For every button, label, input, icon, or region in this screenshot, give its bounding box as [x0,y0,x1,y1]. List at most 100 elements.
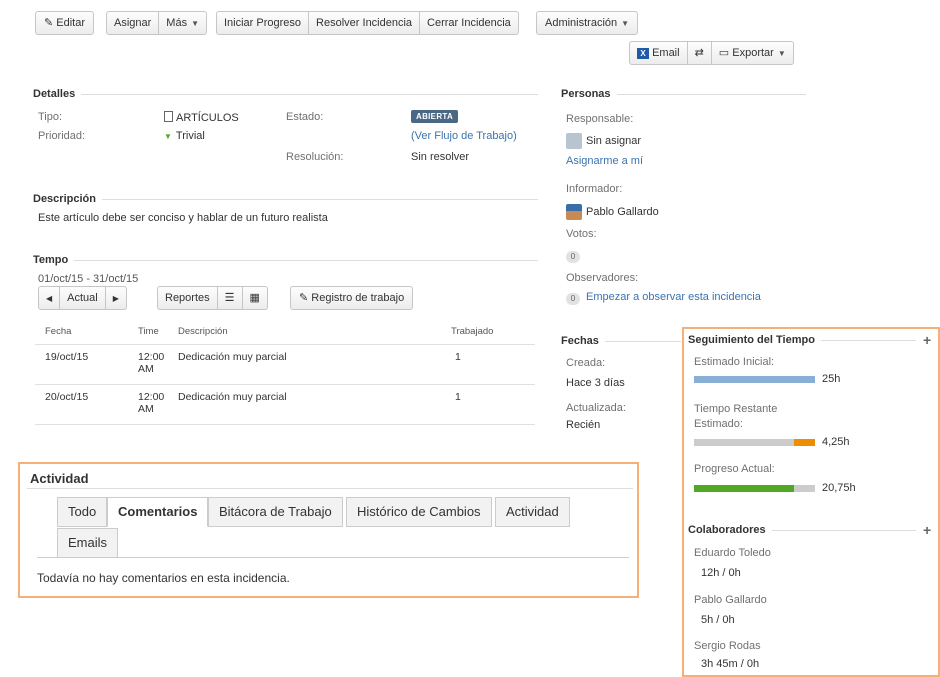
current-period-button[interactable]: Actual [60,286,106,310]
resolution-value: Sin resolver [411,151,470,163]
estimated-label: Estimado Inicial: [694,356,775,368]
email-button[interactable]: X Email [629,41,688,65]
time-section-title: Tempo [33,254,538,266]
cell-time: 12:00 AM [138,390,165,415]
tabs-baseline [37,557,629,558]
header-date: Fecha [45,326,72,338]
workflow-link[interactable]: (Ver Flujo de Trabajo) [411,130,517,142]
assign-button[interactable]: Asignar [106,11,160,35]
logged-bar [694,485,815,492]
description-text: Este artículo debe ser conciso y hablar … [38,212,328,224]
type-value: ARTÍCULOS [164,111,239,124]
created-value: Hace 3 días [566,377,625,389]
close-issue-button[interactable]: Cerrar Incidencia [420,11,519,35]
pencil-icon: ✎ [44,17,54,29]
tab-emails[interactable]: Emails [57,528,119,558]
resolve-issue-button[interactable]: Resolver Incidencia [309,11,421,35]
collaborator-name: Sergio Rodas [694,640,761,652]
calendar-view-button[interactable]: ▦ [242,286,268,310]
people-section-title: Personas [561,88,806,100]
status-badge: ABIERTA [411,110,459,123]
chevron-down-icon: ▼ [777,49,786,58]
divider [27,488,633,489]
more-button[interactable]: Más ▼ [159,11,207,35]
votes-count[interactable]: 0 [566,250,580,263]
next-period-button[interactable]: ▶ [105,286,127,310]
share-button[interactable]: ⇄ [687,41,712,65]
logged-value: 20,75h [822,482,856,494]
created-label: Creada: [566,357,606,369]
list-view-button[interactable]: ☰ [217,286,243,310]
assign-to-me-link[interactable]: Asignarme a mí [566,155,643,167]
tab-history[interactable]: Histórico de Cambios [346,497,492,527]
watchers-label: Observadores: [566,272,639,284]
cell-date: 19/oct/15 [45,350,89,363]
collaborator-time: 12h / 0h [701,567,741,579]
share-icon: ⇄ [694,47,704,59]
activity-title: Actividad [30,471,89,486]
tab-all[interactable]: Todo [57,497,108,527]
remaining-label-line1: Tiempo Restante [694,403,778,415]
priority-label: Prioridad: [38,130,86,142]
time-tracking-title: Seguimiento del Tiempo [688,334,916,346]
tab-worklog[interactable]: Bitácora de Trabajo [208,497,343,527]
header-worked: Trabajado [451,326,494,338]
cell-time: 12:00 AM [138,350,165,375]
dates-section-title: Fechas [561,335,681,347]
time-range: 01/oct/15 - 31/oct/15 [38,273,139,285]
cell-worked: 1 [455,350,461,363]
view-tools-group: X Email ⇄ ▭ Exportar ▼ [629,41,794,65]
remaining-value: 4,25h [822,436,850,448]
table-row: 20/oct/15 12:00 AM Dedicación muy parcia… [35,384,535,424]
workflow-group: Iniciar Progreso Resolver Incidencia Cer… [216,11,519,35]
default-avatar-icon [566,133,582,149]
document-icon [164,111,173,122]
table-row: 19/oct/15 12:00 AM Dedicación muy parcia… [35,344,535,384]
remaining-bar [694,439,815,446]
remaining-label-line2: Estimado: [694,418,743,430]
header-description: Descripción [178,326,228,338]
table-header-row: Fecha Time Descripción Trabajado [35,320,535,344]
caret-left-icon: ◀ [46,294,53,303]
reports-button[interactable]: Reportes [157,286,218,310]
collaborator-name: Pablo Gallardo [694,594,767,606]
assign-more-group: Asignar Más ▼ [106,11,207,35]
caret-right-icon: ▶ [112,294,119,303]
cell-worked: 1 [455,390,461,403]
tab-activity[interactable]: Actividad [495,497,570,527]
watch-issue-link[interactable]: Empezar a observar esta incidencia [586,291,761,303]
admin-button[interactable]: Administración ▼ [536,11,639,35]
avatar [566,204,582,220]
estimated-value: 25h [822,373,841,385]
cell-description: Dedicación muy parcial [178,350,287,363]
collaborator-name: Eduardo Toledo [694,547,771,559]
watchers-count: 0 [566,292,580,305]
worklog-button[interactable]: ✎ Registro de trabajo [290,286,414,310]
description-section-title: Descripción [33,193,538,205]
remaining-bar-fill [794,439,815,446]
logged-bar-fill [694,485,795,492]
export-button[interactable]: ▭ Exportar ▼ [711,41,794,65]
cell-date: 20/oct/15 [45,390,89,403]
estimated-bar-fill [694,376,815,383]
period-nav-group: ◀ Actual ▶ [38,286,127,310]
add-icon[interactable]: + [923,332,931,348]
tab-comments[interactable]: Comentarios [107,497,209,527]
status-label: Estado: [286,111,324,123]
list-icon: ☰ [224,292,235,304]
reports-group: Reportes ☰ ▦ [157,286,268,310]
updated-value: Recién [566,419,601,428]
add-icon[interactable]: + [923,522,931,538]
collaborator-time: 3h 45m / 0h [701,658,760,670]
edit-button[interactable]: ✎ Editar [35,11,95,35]
chevron-down-icon: ▼ [191,19,199,28]
cell-description: Dedicación muy parcial [178,390,287,403]
start-progress-button[interactable]: Iniciar Progreso [216,11,310,35]
prev-period-button[interactable]: ◀ [38,286,61,310]
excel-icon: X [637,47,649,59]
logged-label: Progreso Actual: [694,463,775,475]
empty-comments-message: Todavía no hay comentarios en esta incid… [37,571,290,585]
priority-arrow-down-icon: ▼ [164,132,172,141]
worklog-table: Fecha Time Descripción Trabajado 19/oct/… [35,320,535,425]
votes-label: Votos: [566,228,597,240]
